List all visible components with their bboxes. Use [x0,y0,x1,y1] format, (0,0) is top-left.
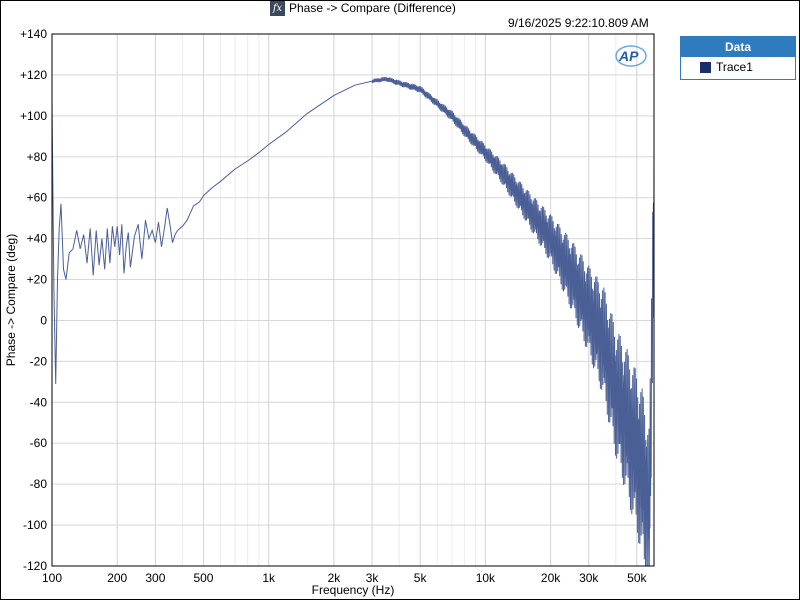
ap-logo: AP [615,45,647,67]
x-tick-label: 30k [579,571,599,585]
plot-border [51,33,655,567]
x-tick-label: 500 [193,571,213,585]
legend-item-trace1[interactable]: Trace1 [681,57,795,74]
y-tick-label: -100 [23,518,47,532]
x-tick-label: 20k [541,571,561,585]
trace1-line [51,76,655,567]
y-tick-label: +120 [20,68,47,82]
y-tick-label: +60 [27,191,48,205]
x-tick-label: 300 [145,571,165,585]
x-tick-label: 1k [262,571,276,585]
y-tick-label: +80 [27,150,48,164]
y-tick-label: +140 [20,27,47,41]
x-tick-label: 10k [476,571,496,585]
trace1-swatch [700,61,711,73]
phase-chart: 100 200 300 500 1k 2k 3k 5k 10k 20k 30k 50k-120-100… [4,27,655,597]
x-tick-label: 50k [627,571,647,585]
legend-item-label: Trace1 [716,60,753,74]
legend: Data Trace1 [680,36,796,80]
y-tick-label: -60 [30,436,48,450]
x-axis-label: Frequency (Hz) [312,583,395,597]
ap-logo-text: AP [618,48,639,64]
y-axis-label: Phase -> Compare (deg) [4,234,18,366]
x-tick-label: 100 [42,571,62,585]
grid [51,33,655,567]
y-tick-label: -80 [30,477,48,491]
y-tick-label: -40 [30,395,48,409]
x-tick-label: 200 [107,571,127,585]
y-tick-label: -20 [30,354,48,368]
y-tick-label: +100 [20,109,47,123]
y-tick-label: +20 [27,273,48,287]
y-tick-label: +40 [27,232,48,246]
y-tick-label: -120 [23,559,47,573]
legend-header: Data [681,37,795,57]
x-tick-label: 5k [414,571,428,585]
y-tick-label: 0 [40,313,47,327]
